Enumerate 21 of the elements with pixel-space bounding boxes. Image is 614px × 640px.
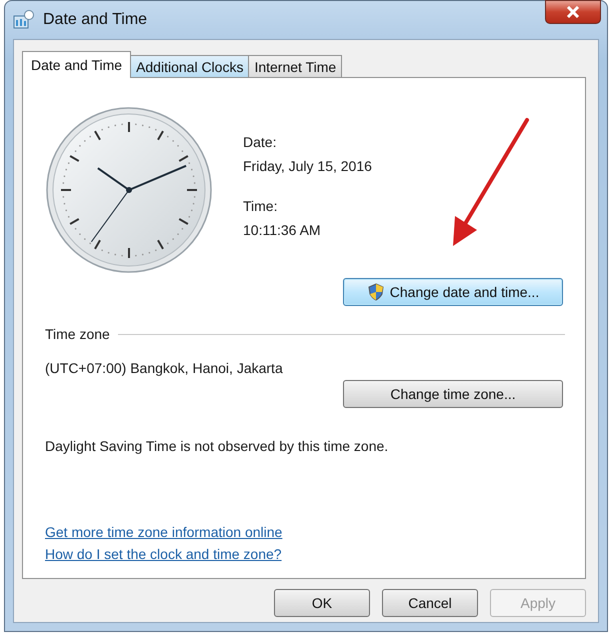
time-zone-heading: Time zone bbox=[45, 326, 110, 342]
close-icon bbox=[566, 6, 580, 18]
close-button[interactable] bbox=[545, 0, 601, 24]
tab[interactable]: Date and Time bbox=[22, 51, 132, 78]
dst-note: Daylight Saving Time is not observed by this time zone. bbox=[45, 438, 390, 454]
time-value: 10:11:36 AM bbox=[243, 222, 322, 238]
shield-icon bbox=[366, 283, 385, 301]
date-value: Friday, July 15, 2016 bbox=[243, 158, 372, 174]
calendar-clock-icon bbox=[13, 10, 35, 30]
change-date-button[interactable]: Change date and time... bbox=[343, 278, 563, 306]
help-link[interactable]: How do I set the clock and time zone? bbox=[45, 546, 282, 562]
tab[interactable]: Internet Time bbox=[248, 55, 342, 77]
tab[interactable]: Additional Clocks bbox=[130, 55, 250, 77]
time-zone-value: (UTC+07:00) Bangkok, Hanoi, Jakarta bbox=[45, 360, 284, 376]
time-label: Time: bbox=[243, 198, 278, 214]
window-title: Date and Time bbox=[43, 11, 148, 29]
date-label: Date: bbox=[243, 134, 278, 150]
change-time-zone-button[interactable]: Change time zone... bbox=[343, 380, 563, 408]
dialog-button[interactable]: OK bbox=[274, 589, 370, 617]
dialog-button[interactable]: Cancel bbox=[382, 589, 478, 617]
help-link[interactable]: Get more time zone information online bbox=[45, 524, 282, 540]
